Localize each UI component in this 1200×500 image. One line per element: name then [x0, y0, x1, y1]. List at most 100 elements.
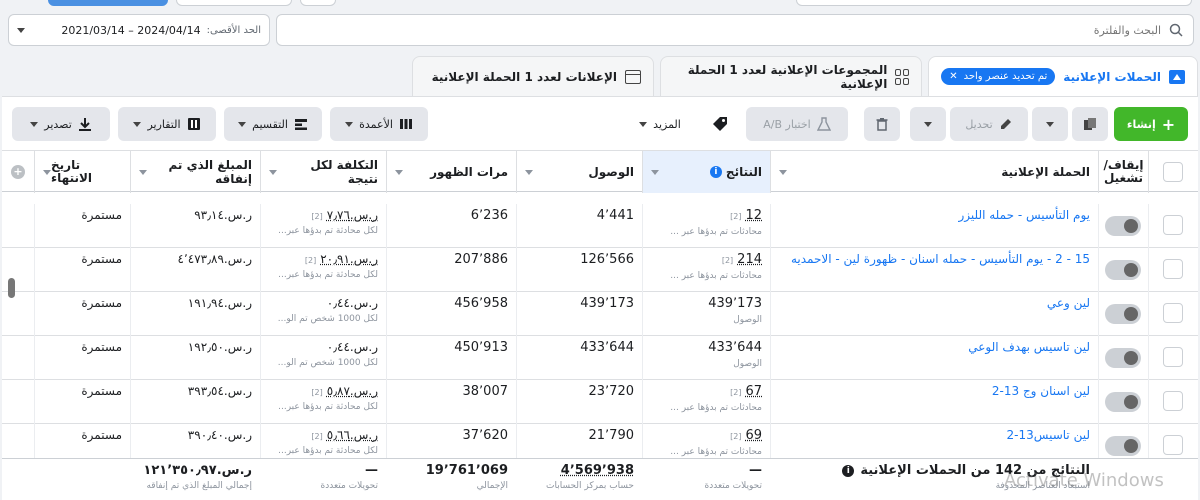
impressions-value: 6٬236: [470, 208, 508, 223]
results-value: 439٬173: [708, 296, 762, 311]
reports-label: التقارير: [147, 117, 181, 131]
sort-icon[interactable]: [395, 169, 403, 175]
chevron-down-icon: [639, 121, 648, 127]
cpr-value: ر.س.٥٫٨٧: [326, 384, 378, 398]
reports-dropdown[interactable]: التقارير: [118, 107, 216, 141]
campaign-toggle[interactable]: [1105, 392, 1141, 412]
row-checkbox[interactable]: [1163, 259, 1183, 279]
breakdown-dropdown[interactable]: التقسيم: [224, 107, 322, 141]
table-row[interactable]: لين وعي 439٬173 الوصول 439٬173 456٬958 ر…: [2, 292, 1198, 336]
table-row[interactable]: لين تاسيس بهدف الوعي 433٬644 الوصول 433٬…: [2, 336, 1198, 380]
cpr-value: ر.س.٥٫٦٦: [326, 428, 378, 442]
results-cell: 67[2] محادثات تم بدؤها عبر ...: [642, 380, 770, 424]
search-bar[interactable]: [276, 14, 1194, 46]
column-header-cost-per-result[interactable]: التكلفة لكل نتيجة: [260, 151, 386, 193]
top-strip-field[interactable]: [796, 0, 1192, 6]
column-header-results[interactable]: النتائج i: [642, 151, 770, 193]
reach-value: 439٬173: [580, 296, 634, 311]
footer-reach: 4٬569٬938: [560, 463, 634, 478]
campaign-toggle[interactable]: [1105, 260, 1141, 280]
footer-impressions-sub: الإجمالي: [476, 481, 508, 491]
tab-ad-sets[interactable]: المجموعات الإعلانية لعدد 1 الحملة الإعلا…: [660, 56, 922, 96]
create-button[interactable]: + إنشاء: [1114, 107, 1188, 141]
campaign-toggle[interactable]: [1105, 304, 1141, 324]
tab-ad-sets-label: المجموعات الإعلانية لعدد 1 الحملة الإعلا…: [687, 62, 888, 91]
breakdown-icon: [294, 119, 307, 130]
campaign-name-link[interactable]: يوم التأسيس - حمله الليزر: [779, 208, 1090, 222]
column-header-toggle[interactable]: إيقاف/ تشغيل: [1098, 151, 1148, 193]
campaign-name-link[interactable]: 15 - 2 - يوم التأسيس - حمله اسنان - ظهور…: [779, 252, 1090, 266]
campaign-name-link[interactable]: لين وعي: [779, 296, 1090, 310]
sort-icon[interactable]: [651, 169, 659, 175]
table-row[interactable]: لين اسنان وج 13-2 67[2] محادثات تم بدؤها…: [2, 380, 1198, 424]
footer-cpr: —: [365, 463, 378, 478]
delete-button[interactable]: [864, 107, 900, 141]
row-select-cell: [1148, 336, 1198, 380]
ab-test-button[interactable]: اختبار A/B: [746, 107, 848, 141]
info-icon[interactable]: i: [842, 464, 855, 477]
duplicate-dropdown-button[interactable]: [1032, 107, 1068, 141]
reach-value: 23٬720: [588, 384, 635, 399]
sort-icon[interactable]: [525, 169, 533, 175]
tab-campaigns[interactable]: الحملات الإعلانية تم تحديد عنصر واحد ✕: [928, 56, 1198, 96]
column-header-amount-spent[interactable]: المبلغ الذي تم إنفاقه: [130, 151, 260, 193]
search-input[interactable]: [287, 23, 1161, 37]
row-checkbox[interactable]: [1163, 347, 1183, 367]
pencil-icon: [1000, 119, 1011, 129]
end-date-value: مستمرة: [81, 296, 122, 310]
spent-value: ر.س.٣٩٣٫٥٤: [187, 384, 252, 398]
cost-per-result-cell: ر.س.٧٫٧٦[2] لكل محادثة تم بدؤها عبر...: [260, 204, 386, 248]
tab-campaigns-label: الحملات الإعلانية: [1063, 69, 1161, 84]
column-header-end-date[interactable]: تاريخ الانتهاء: [34, 151, 130, 193]
table-row[interactable]: يوم التأسيس - حمله الليزر 12[2] محادثات …: [2, 204, 1198, 248]
more-dropdown[interactable]: المزيد: [622, 107, 698, 141]
info-icon[interactable]: i: [709, 166, 722, 178]
results-cell: 433٬644 الوصول: [642, 336, 770, 380]
tab-ads[interactable]: الإعلانات لعدد 1 الحملة الإعلانية: [412, 56, 654, 96]
column-header-reach[interactable]: الوصول: [516, 151, 642, 193]
sort-icon[interactable]: [779, 169, 787, 175]
reach-cell: 126٬566: [516, 248, 642, 292]
column-header-impressions[interactable]: مرات الظهور: [386, 151, 516, 193]
row-checkbox[interactable]: [1163, 215, 1183, 235]
edit-dropdown-button[interactable]: [910, 107, 946, 141]
campaign-toggle[interactable]: [1105, 348, 1141, 368]
export-dropdown[interactable]: تصدير: [12, 107, 110, 141]
amount-spent-cell: ر.س.١٩٢٫٥٠: [130, 336, 260, 380]
trash-icon: [876, 118, 888, 131]
horizontal-scroll-handle[interactable]: [8, 278, 15, 298]
results-value: 67: [745, 384, 762, 399]
campaign-toggle[interactable]: [1105, 216, 1141, 236]
campaign-toggle[interactable]: [1105, 436, 1141, 456]
chevron-down-icon: [238, 121, 247, 127]
impressions-cell: 456٬958: [386, 292, 516, 336]
sort-icon[interactable]: [269, 169, 277, 175]
sort-icon[interactable]: [43, 169, 51, 175]
sort-icon[interactable]: [139, 169, 147, 175]
top-strip-button[interactable]: [48, 0, 168, 6]
select-all-checkbox[interactable]: [1163, 162, 1183, 182]
cpr-value: ر.س.٧٫٧٦: [326, 208, 378, 222]
edit-button[interactable]: تحديل: [950, 107, 1028, 141]
date-range-picker[interactable]: الحد الأقصى: 2024/04/14 – 2021/03/14: [8, 14, 270, 46]
campaign-name-link[interactable]: لين اسنان وج 13-2: [779, 384, 1090, 398]
row-toggle-cell: [1098, 248, 1148, 292]
close-icon[interactable]: ✕: [949, 71, 957, 82]
row-checkbox[interactable]: [1163, 391, 1183, 411]
campaign-name-link[interactable]: لين تاسيس بهدف الوعي: [779, 340, 1090, 354]
top-strip-button[interactable]: [176, 0, 292, 6]
row-end-spacer: [2, 292, 34, 336]
columns-dropdown[interactable]: الأعمدة: [330, 107, 428, 141]
row-checkbox[interactable]: [1163, 303, 1183, 323]
selection-chip[interactable]: تم تحديد عنصر واحد ✕: [941, 68, 1056, 85]
top-strip-button[interactable]: [300, 0, 336, 6]
cpr-sub: لكل 1000 شخص تم الو...: [277, 358, 378, 368]
tag-button[interactable]: [702, 107, 738, 141]
table-row[interactable]: 15 - 2 - يوم التأسيس - حمله اسنان - ظهور…: [2, 248, 1198, 292]
cpr-sub: لكل محادثة تم بدؤها عبر...: [278, 402, 378, 412]
column-header-campaign[interactable]: الحملة الإعلانية: [770, 151, 1098, 193]
row-checkbox[interactable]: [1163, 435, 1183, 455]
campaign-name-link[interactable]: لين تاسيس13-2: [779, 428, 1090, 442]
add-column-icon[interactable]: +: [11, 165, 25, 179]
duplicate-button[interactable]: [1072, 107, 1108, 141]
